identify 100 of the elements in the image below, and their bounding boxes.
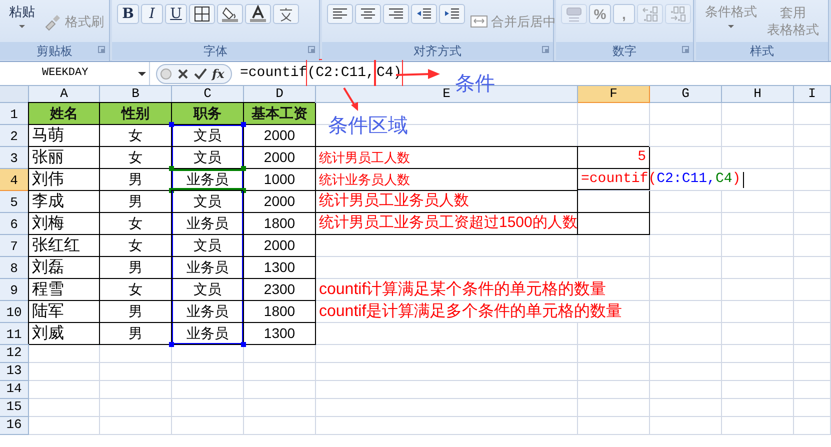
table-cell[interactable]: 2000	[244, 191, 316, 213]
table-cell[interactable]	[578, 213, 650, 235]
range-handle[interactable]	[241, 122, 246, 127]
table-cell[interactable]: 文员	[172, 235, 244, 257]
insert-function-button[interactable]: fx	[212, 64, 224, 82]
range-handle[interactable]	[241, 166, 246, 171]
table-cell[interactable]: 业务员	[172, 301, 244, 323]
table-cell[interactable]: 1000	[244, 169, 316, 191]
table-cell[interactable]: 男	[100, 323, 172, 345]
range-handle[interactable]	[241, 188, 246, 193]
table-cell[interactable]: 统计男员工业务员人数	[316, 191, 578, 213]
table-cell[interactable]: 2000	[244, 125, 316, 147]
table-cell[interactable]: 文员	[172, 191, 244, 213]
table-cell[interactable]: 职务	[172, 103, 244, 125]
dialog-launcher-icon[interactable]	[542, 46, 549, 53]
table-cell[interactable]: 张红红	[29, 235, 100, 257]
format-button[interactable]: U	[165, 4, 187, 24]
table-cell[interactable]: countif是计算满足多个条件的单元格的数量	[316, 301, 650, 323]
toolbar-button[interactable]	[273, 4, 299, 24]
row-header[interactable]: 10	[0, 301, 29, 323]
table-cell[interactable]: 统计男员工业务员工资超过1500的人数	[316, 213, 578, 235]
ribbon-button[interactable]: 粘贴	[5, 4, 39, 28]
table-cell[interactable]: 刘梅	[29, 213, 100, 235]
table-cell[interactable]: 女	[100, 235, 172, 257]
table-cell[interactable]: 基本工资	[244, 103, 316, 125]
row-header[interactable]: 12	[0, 345, 29, 363]
table-cell[interactable]: 1800	[244, 213, 316, 235]
table-cell[interactable]: 男	[100, 301, 172, 323]
select-all-corner[interactable]	[0, 86, 29, 103]
column-header[interactable]: G	[650, 86, 722, 103]
table-cell[interactable]: 统计男员工人数	[316, 147, 578, 169]
table-cell[interactable]: 1300	[244, 257, 316, 279]
table-cell[interactable]: 女	[100, 213, 172, 235]
row-header[interactable]: 14	[0, 381, 29, 399]
toolbar-button[interactable]	[189, 4, 215, 24]
dialog-launcher-icon[interactable]	[682, 46, 689, 53]
column-header[interactable]: H	[722, 86, 794, 103]
range-handle[interactable]	[169, 122, 174, 127]
row-header[interactable]: 13	[0, 363, 29, 381]
format-button[interactable]: I	[141, 4, 163, 24]
table-cell[interactable]: 女	[100, 279, 172, 301]
column-header[interactable]: A	[29, 86, 100, 103]
table-cell[interactable]: countif计算满足某个条件的单元格的数量	[316, 279, 650, 301]
table-cell[interactable]: 刘磊	[29, 257, 100, 279]
formula-input[interactable]: =countif(C2:C11,C4)	[240, 62, 404, 85]
column-header[interactable]: D	[244, 86, 316, 103]
table-cell[interactable]: 统计业务员人数	[316, 169, 578, 191]
table-cell[interactable]: 1800	[244, 301, 316, 323]
row-header[interactable]: 11	[0, 323, 29, 345]
range-handle[interactable]	[241, 342, 246, 347]
column-header[interactable]: C	[172, 86, 244, 103]
row-header[interactable]: 5	[0, 191, 29, 213]
toolbar-button[interactable]	[439, 4, 465, 24]
table-cell[interactable]: 李成	[29, 191, 100, 213]
row-header[interactable]: 15	[0, 399, 29, 417]
table-cell[interactable]: 文员	[172, 125, 244, 147]
table-cell[interactable]: 1300	[244, 323, 316, 345]
table-cell[interactable]: 业务员	[172, 323, 244, 345]
table-cell[interactable]: 业务员	[172, 213, 244, 235]
table-cell[interactable]: 业务员	[172, 169, 244, 191]
toolbar-button[interactable]	[327, 4, 353, 24]
toolbar-button[interactable]	[411, 4, 437, 24]
toolbar-button[interactable]	[245, 4, 271, 24]
name-box[interactable]: WEEKDAY	[0, 62, 150, 85]
table-cell[interactable]: 5	[578, 147, 650, 169]
table-cell[interactable]: 业务员	[172, 257, 244, 279]
range-handle[interactable]	[169, 166, 174, 171]
row-header[interactable]: 8	[0, 257, 29, 279]
table-cell[interactable]: 刘伟	[29, 169, 100, 191]
table-cell[interactable]: 陆军	[29, 301, 100, 323]
row-header[interactable]: 9	[0, 279, 29, 301]
row-header[interactable]: 3	[0, 147, 29, 169]
table-cell[interactable]: 2000	[244, 235, 316, 257]
table-cell[interactable]: 男	[100, 257, 172, 279]
row-header[interactable]: 4	[0, 169, 29, 191]
toolbar-button[interactable]	[355, 4, 381, 24]
format-button[interactable]: B	[117, 4, 139, 24]
row-header[interactable]: 6	[0, 213, 29, 235]
toolbar-button[interactable]	[383, 4, 409, 24]
row-header[interactable]: 1	[0, 103, 29, 125]
table-cell[interactable]: 马萌	[29, 125, 100, 147]
table-cell[interactable]: 程雪	[29, 279, 100, 301]
range-handle[interactable]	[169, 188, 174, 193]
column-header[interactable]: B	[100, 86, 172, 103]
table-cell[interactable]: 2300	[244, 279, 316, 301]
table-cell[interactable]: 文员	[172, 279, 244, 301]
row-header[interactable]: 2	[0, 125, 29, 147]
column-header[interactable]: F	[578, 86, 650, 103]
row-header[interactable]: 7	[0, 235, 29, 257]
table-cell[interactable]: 性别	[100, 103, 172, 125]
range-handle[interactable]	[169, 342, 174, 347]
table-cell[interactable]: 刘威	[29, 323, 100, 345]
row-header[interactable]: 16	[0, 417, 29, 435]
toolbar-button[interactable]	[217, 4, 243, 24]
table-cell[interactable]: 男	[100, 191, 172, 213]
column-header[interactable]: I	[794, 86, 831, 103]
table-cell[interactable]: 姓名	[29, 103, 100, 125]
dialog-launcher-icon[interactable]	[308, 46, 315, 53]
table-cell[interactable]: 张丽	[29, 147, 100, 169]
dialog-launcher-icon[interactable]	[98, 46, 105, 53]
